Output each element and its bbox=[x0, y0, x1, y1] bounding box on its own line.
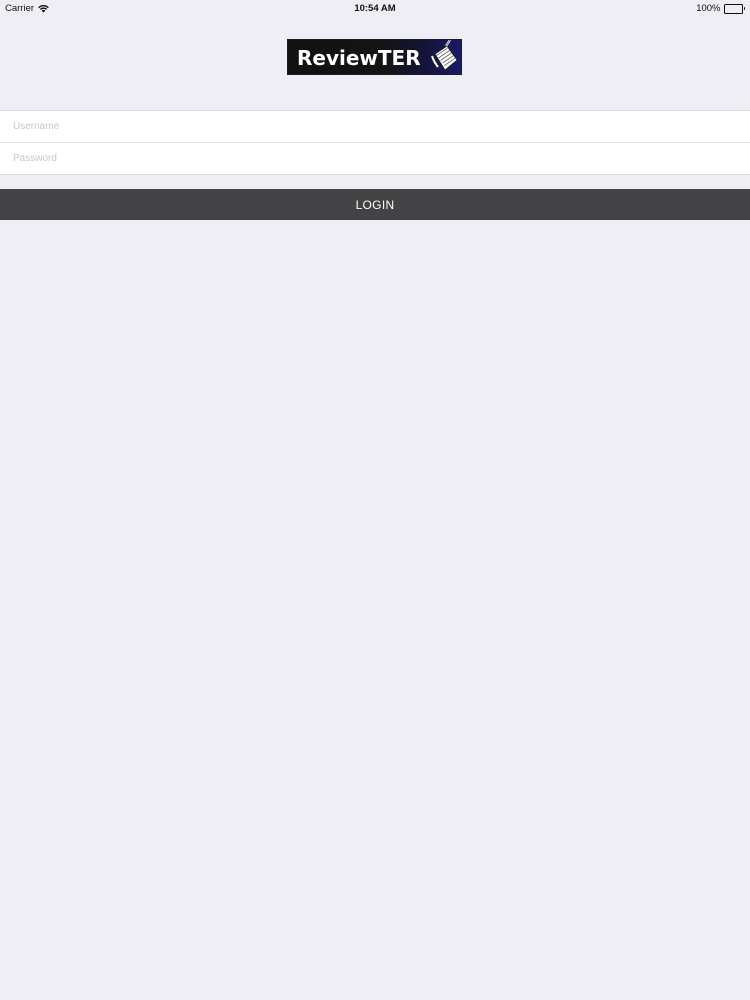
password-field[interactable] bbox=[0, 143, 750, 174]
battery-percent: 100% bbox=[696, 3, 721, 14]
status-right: 100% bbox=[696, 3, 745, 14]
status-time: 10:54 AM bbox=[354, 3, 396, 14]
app-logo: ReviewTER bbox=[287, 39, 462, 75]
logo-text: ReviewTER bbox=[297, 46, 421, 70]
status-bar: Carrier 10:54 AM 100% bbox=[0, 0, 750, 16]
login-form bbox=[0, 110, 750, 175]
paper-pen-icon bbox=[429, 40, 459, 74]
username-field[interactable] bbox=[0, 111, 750, 142]
login-button[interactable]: LOGIN bbox=[0, 189, 750, 220]
battery-icon bbox=[723, 3, 745, 14]
